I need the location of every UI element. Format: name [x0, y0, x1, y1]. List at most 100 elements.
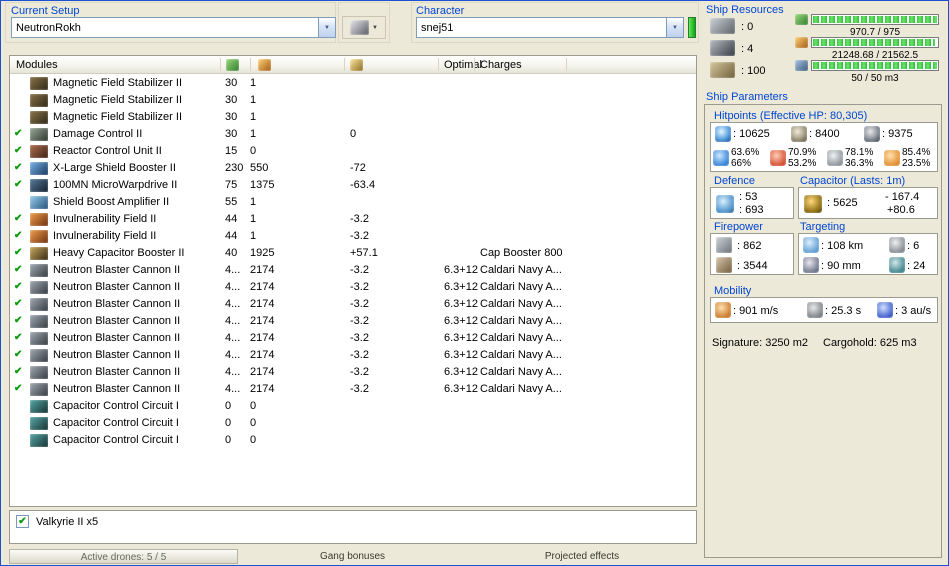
chevron-down-icon: ▼ [672, 24, 678, 31]
defence-icon [716, 195, 734, 213]
module-row[interactable]: ✔ 100MN MicroWarpdrive II 75 1375 -63.4 [10, 177, 696, 194]
dronebay-bar [811, 60, 939, 71]
module-name: Neutron Blaster Cannon II [53, 349, 181, 361]
module-row[interactable]: ✔ Neutron Blaster Cannon II 4... 2174 -3.2 6.… [10, 313, 696, 330]
module-optimal-value: 6.3+12 [444, 366, 478, 378]
module-row[interactable]: ✔ Neutron Blaster Cannon II 4... 2174 -3.2 6.… [10, 279, 696, 296]
wrench-icon [350, 20, 370, 35]
mag-stab-icon [30, 94, 48, 107]
module-cpu-value: 30 [225, 94, 238, 106]
ship-resources-title: Ship Resources [706, 4, 784, 16]
warp-speed-icon [877, 302, 893, 318]
blaster-icon [30, 349, 48, 362]
tab-gang-bonuses[interactable]: Gang bonuses [238, 549, 467, 564]
explosive-resist-secondary: 23.5% [902, 158, 931, 169]
module-cap-use-value: -3.2 [350, 264, 369, 276]
cpu-column-icon[interactable] [226, 59, 239, 71]
ship-parameters-title: Ship Parameters [706, 91, 788, 103]
module-row[interactable]: ✔ Neutron Blaster Cannon II 4... 2174 -3.2 6.… [10, 381, 696, 398]
module-optimal-value: 6.3+12 [444, 383, 478, 395]
module-powergrid-value: 1 [250, 94, 257, 106]
header-separator [566, 58, 567, 71]
module-row[interactable]: Magnetic Field Stabilizer II 30 1 [10, 92, 696, 109]
hitpoints-title: Hitpoints (Effective HP: 80,305) [714, 110, 868, 122]
module-row[interactable]: ✔ Neutron Blaster Cannon II 4... 2174 -3.2 6.… [10, 364, 696, 381]
thermal-resist-secondary: 53.2% [788, 158, 817, 169]
invuln-field-icon [30, 213, 48, 226]
speed-icon [715, 302, 731, 318]
active-check-icon: ✔ [14, 332, 23, 343]
setup-tools-button[interactable]: ▼ [342, 16, 386, 39]
damage-control-icon [30, 128, 48, 141]
cpu-icon [795, 14, 808, 25]
drones-panel: ✔ Valkyrie II x5 [9, 510, 697, 544]
module-row[interactable]: Capacitor Control Circuit I 0 0 [10, 398, 696, 415]
active-check-icon: ✔ [14, 128, 23, 139]
module-powergrid-value: 1375 [250, 179, 275, 191]
signature-value: Signature: 3250 m2 [712, 337, 809, 349]
module-row[interactable]: ✔ X-Large Shield Booster II 230 550 -72 [10, 160, 696, 177]
module-row[interactable]: ✔ Neutron Blaster Cannon II 4... 2174 -3.2 6.… [10, 262, 696, 279]
module-row[interactable]: ✔ Reactor Control Unit II 15 0 [10, 143, 696, 160]
module-powergrid-value: 1 [250, 213, 257, 225]
header-separator [250, 58, 251, 71]
targeting-scan-res: : 90 mm [821, 260, 861, 272]
character-label: Character [416, 5, 465, 17]
module-row[interactable]: ✔ Invulnerability Field II 44 1 -3.2 [10, 228, 696, 245]
invuln-field-icon [30, 230, 48, 243]
module-powergrid-value: 2174 [250, 366, 275, 378]
module-row[interactable]: Capacitor Control Circuit I 0 0 [10, 432, 696, 449]
setup-select-dropdown-button[interactable]: ▼ [318, 18, 335, 37]
kinetic-resist-value: 78.1% [845, 147, 874, 158]
tab-active-drones[interactable]: Active drones: 5 / 5 [9, 549, 238, 564]
module-powergrid-value: 1 [250, 230, 257, 242]
module-cap-use-value: -63.4 [350, 179, 376, 191]
module-name: 100MN MicroWarpdrive II [53, 179, 178, 191]
module-cap-use-value: -3.2 [350, 298, 369, 310]
drone-checkbox[interactable]: ✔ [16, 515, 29, 528]
chevron-down-icon: ▼ [324, 24, 330, 31]
module-row[interactable]: ✔ Heavy Capacitor Booster II 40 1925 +57.1 Ca… [10, 245, 696, 262]
module-row[interactable]: Shield Boost Amplifier II 55 1 [10, 194, 696, 211]
module-powergrid-value: 1 [250, 77, 257, 89]
module-name: Damage Control II [53, 128, 143, 140]
em-resist-value: 63.6% [731, 147, 760, 158]
powergrid-icon [795, 37, 808, 48]
module-row[interactable]: ✔ Neutron Blaster Cannon II 4... 2174 -3.2 6.… [10, 347, 696, 364]
module-row[interactable]: ✔ Neutron Blaster Cannon II 4... 2174 -3.2 6.… [10, 296, 696, 313]
module-row[interactable]: ✔ Invulnerability Field II 44 1 -3.2 [10, 211, 696, 228]
module-powergrid-value: 1 [250, 128, 257, 140]
tab-projected-effects[interactable]: Projected effects [467, 549, 697, 564]
module-row[interactable]: Magnetic Field Stabilizer II 30 1 [10, 75, 696, 92]
active-check-icon: ✔ [14, 179, 23, 190]
powergrid-column-icon[interactable] [258, 59, 271, 71]
module-cap-use-value: -3.2 [350, 230, 369, 242]
active-check-icon: ✔ [14, 315, 23, 326]
dronebay-bar-value: 50 / 50 m3 [851, 73, 899, 84]
module-name: Capacitor Control Circuit I [53, 417, 179, 429]
character-select[interactable]: snej51 ▼ [416, 17, 684, 38]
module-name: Neutron Blaster Cannon II [53, 383, 181, 395]
module-cpu-value: 4... [225, 383, 241, 395]
charges-column-header[interactable]: Charges [480, 59, 522, 71]
header-separator [438, 58, 439, 71]
module-cpu-value: 44 [225, 213, 238, 225]
capacitor-column-icon[interactable] [350, 59, 363, 71]
module-row[interactable]: ✔ Neutron Blaster Cannon II 4... 2174 -3.2 6.… [10, 330, 696, 347]
module-cpu-value: 4... [225, 315, 241, 327]
module-cpu-value: 55 [225, 196, 238, 208]
capacitor-delta-out: - 167.4 [885, 191, 920, 203]
calibration-value: : 100 [741, 65, 766, 77]
module-name: Capacitor Control Circuit I [53, 434, 179, 446]
module-row[interactable]: Magnetic Field Stabilizer II 30 1 [10, 109, 696, 126]
check-icon: ✔ [18, 515, 27, 527]
setup-select[interactable]: NeutronRokh ▼ [11, 17, 336, 38]
module-row[interactable]: Capacitor Control Circuit I 0 0 [10, 415, 696, 432]
active-check-icon: ✔ [14, 264, 23, 275]
module-row[interactable]: ✔ Damage Control II 30 1 0 [10, 126, 696, 143]
character-select-dropdown-button[interactable]: ▼ [666, 18, 683, 37]
optimal-column-header[interactable]: Optimal [444, 59, 482, 71]
header-separator [474, 58, 475, 71]
module-powergrid-value: 0 [250, 145, 257, 157]
module-optimal-value: 6.3+12 [444, 281, 478, 293]
